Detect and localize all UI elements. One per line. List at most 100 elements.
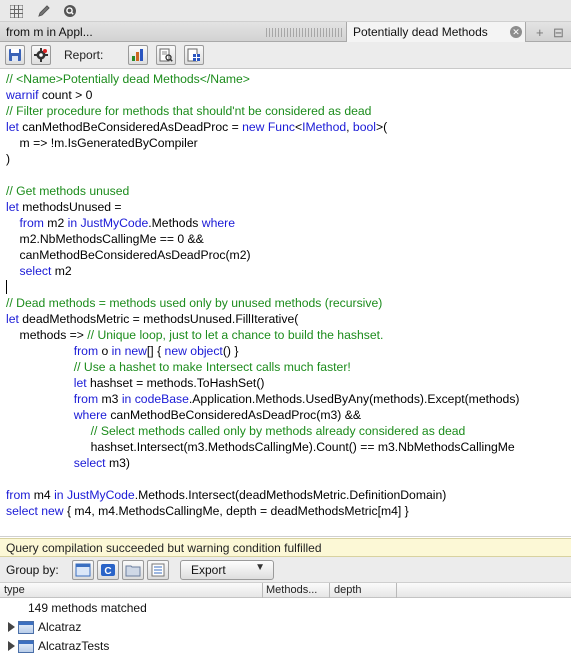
code-token: JustMyCode — [80, 216, 149, 230]
group-by-type-button[interactable]: C — [97, 560, 119, 580]
export-dropdown[interactable]: Export ▼ — [180, 560, 274, 580]
code-line: canMethodBeConsideredAsDeadProc(m2) — [6, 247, 251, 263]
code-line: from m2 in JustMyCode.Methods where — [6, 215, 235, 231]
code-token: canMethodBeConsideredAsDeadProc = — [18, 120, 243, 134]
document-search-icon — [159, 48, 173, 62]
tab-potentially-dead-methods[interactable]: Potentially dead Methods — [346, 22, 526, 42]
tab-resize-grip[interactable] — [266, 28, 344, 37]
code-line: // Select methods called only by methods… — [6, 423, 466, 439]
code-line: select m3) — [6, 455, 130, 471]
report-search-button[interactable] — [156, 45, 176, 65]
code-token: select — [19, 264, 52, 278]
code-token: select — [73, 456, 106, 470]
code-token: // Select methods called only by methods… — [90, 424, 466, 438]
group-by-bar: Group by: C Export ▼ — [0, 557, 571, 583]
column-divider[interactable] — [262, 583, 263, 598]
code-line: m => !m.IsGeneratedByCompiler — [6, 135, 198, 151]
code-token: JustMyCode — [66, 488, 135, 502]
code-token: m3) — [105, 456, 130, 470]
pencil-icon[interactable] — [36, 3, 52, 19]
tree-row[interactable]: Alcatraz — [0, 618, 571, 637]
code-token: in — [54, 488, 64, 502]
code-line: warnif count > 0 — [6, 87, 92, 103]
code-line: ) — [6, 151, 10, 167]
code-token: .Methods — [148, 216, 202, 230]
code-token: m => !m.IsGeneratedByCompiler — [6, 136, 198, 150]
tab-menu-icon[interactable]: ⊟ — [553, 25, 564, 41]
code-token: m2 — [51, 264, 72, 278]
grid-icon[interactable] — [8, 3, 24, 19]
code-token: let — [6, 120, 19, 134]
query-code-editor[interactable]: // <Name>Potentially dead Methods</Name>… — [0, 69, 571, 537]
code-token: // Get methods unused — [6, 184, 130, 198]
code-line: select new { m4, m4.MethodsCallingMe, de… — [6, 503, 409, 519]
code-token: new — [41, 504, 64, 518]
code-token: new — [242, 120, 265, 134]
assembly-name: Alcatraz — [38, 620, 82, 634]
expand-arrow-icon[interactable] — [8, 641, 15, 651]
code-token: canMethodBeConsideredAsDeadProc(m3) && — [106, 408, 361, 422]
code-token: let — [6, 312, 19, 326]
code-token: () } — [222, 344, 239, 358]
group-by-namespace-button[interactable] — [122, 560, 144, 580]
close-tab-icon[interactable]: ✕ — [510, 26, 522, 38]
settings-button[interactable] — [31, 45, 51, 65]
assembly-icon — [18, 621, 34, 634]
code-line: // Dead methods = methods used only by u… — [6, 295, 382, 311]
report-chart-button[interactable] — [128, 45, 148, 65]
column-divider[interactable] — [329, 583, 330, 598]
results-tree: 149 methods matched Alcatraz AlcatrazTes… — [0, 598, 571, 662]
query-tab-strip: from m in Appl... Potentially dead Metho… — [0, 22, 571, 42]
code-line: hashset.Intersect(m3.MethodsCallingMe).C… — [6, 439, 515, 455]
code-token: new — [124, 344, 147, 358]
code-token: select — [6, 504, 38, 518]
column-divider[interactable] — [396, 583, 397, 598]
expand-arrow-icon[interactable] — [8, 622, 15, 632]
code-token: // Dead methods = methods used only by u… — [6, 296, 383, 310]
tab-query-inactive[interactable]: from m in Appl... — [0, 22, 262, 42]
code-token: from — [19, 216, 44, 230]
code-token: hashset = methods.ToHashSet() — [86, 376, 265, 390]
code-token: m4 — [30, 488, 55, 502]
magnifier-icon[interactable] — [62, 3, 78, 19]
column-header-type[interactable]: type — [4, 584, 25, 596]
column-header-methods-calling[interactable]: Methods... — [266, 584, 317, 596]
code-token: bool — [352, 120, 376, 134]
code-token: m2 — [43, 216, 68, 230]
class-icon: C — [101, 564, 115, 577]
code-token: hashset.Intersect(m3.MethodsCallingMe).C… — [6, 440, 515, 454]
methods-matched-count: 149 methods matched — [28, 601, 147, 615]
code-token: m3 — [98, 392, 122, 406]
assembly-icon — [75, 563, 91, 577]
export-label: Export — [191, 563, 226, 577]
code-token: where — [201, 216, 235, 230]
add-tab-icon[interactable]: + — [536, 25, 544, 40]
code-line: // Use a hashet to make Intersect calls … — [6, 359, 351, 375]
code-token: from — [73, 344, 99, 358]
code-token: // Use a hashet to make Intersect calls … — [73, 360, 351, 374]
group-by-assembly-button[interactable] — [72, 560, 94, 580]
save-button[interactable] — [5, 45, 25, 65]
report-export-button[interactable] — [184, 45, 204, 65]
group-by-method-button[interactable] — [147, 560, 169, 580]
code-line: m2.NbMethodsCallingMe == 0 && — [6, 231, 204, 247]
tree-row[interactable]: AlcatrazTests — [0, 637, 571, 656]
code-token: from — [6, 488, 31, 502]
code-token: m2.NbMethodsCallingMe == 0 && — [6, 232, 204, 246]
code-line: let deadMethodsMetric = methodsUnused.Fi… — [6, 311, 298, 327]
code-line: where canMethodBeConsideredAsDeadProc(m3… — [6, 407, 361, 423]
code-line: from m3 in codeBase.Application.Methods.… — [6, 391, 520, 407]
code-token: let — [6, 200, 19, 214]
code-line: select m2 — [6, 263, 72, 279]
column-header-depth[interactable]: depth — [334, 584, 362, 596]
code-line: from m4 in JustMyCode.Methods.Intersect(… — [6, 487, 446, 503]
group-by-label: Group by: — [6, 563, 59, 577]
bar-chart-icon — [132, 49, 143, 61]
code-token: ) — [6, 152, 11, 166]
code-line: let hashset = methods.ToHashSet() — [6, 375, 265, 391]
